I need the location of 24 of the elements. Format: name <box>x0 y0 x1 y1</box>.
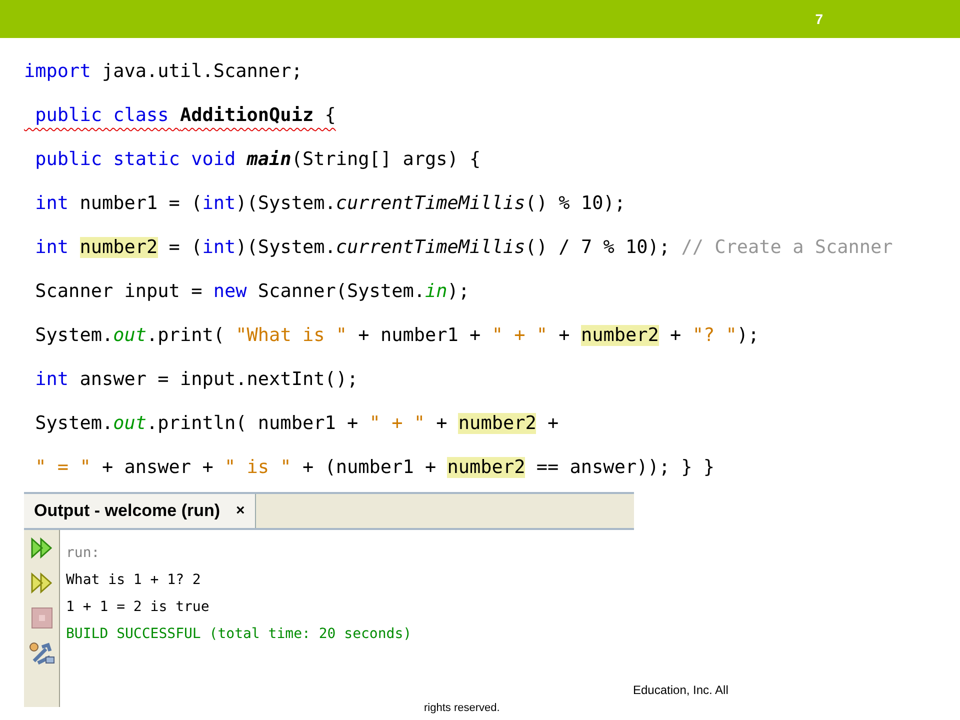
code-line: System.out.println( number1 + " + " + number2 + <box>34 412 559 436</box>
code-line: int number1 = (int)(System.currentTimeMillis() % 10); <box>34 192 626 216</box>
run-icon[interactable] <box>30 536 54 560</box>
output-tab[interactable]: Output - welcome (run) × <box>24 494 256 528</box>
slide-number: 7 <box>815 10 823 28</box>
code-line: int answer = input.nextInt(); <box>34 368 358 392</box>
output-line: BUILD SUCCESSFUL (total time: 20 seconds) <box>66 625 412 644</box>
copyright-text: Education, Inc. All <box>633 682 728 699</box>
output-line: 1 + 1 = 2 is true <box>66 598 210 617</box>
tab-label: Output - welcome (run) <box>34 500 220 522</box>
output-line: run: <box>66 544 101 563</box>
close-button[interactable]: × <box>236 500 245 522</box>
code-line: public class AdditionQuiz { <box>34 104 336 128</box>
rerun-icon[interactable] <box>30 571 54 595</box>
code-line: import java.util.Scanner; <box>24 60 302 84</box>
code-line: int number2 = (int)(System.currentTimeMillis() / 7 % 10); // Create a Scanner <box>34 236 893 260</box>
code-line: public static void main(String[] args) { <box>34 148 481 172</box>
copyright-text: rights reserved. <box>424 701 500 716</box>
stop-icon[interactable] <box>30 606 54 630</box>
code-line: System.out.print( "What is " + number1 + " + " + number2 + "? "); <box>34 324 760 348</box>
output-line: What is 1 + 1? 2 <box>66 571 202 590</box>
settings-icon[interactable] <box>28 641 56 667</box>
code-line: Scanner input = new Scanner(System.in); <box>34 280 470 304</box>
code-line: " = " + answer + " is " + (number1 + number2 == answer)); } } <box>34 456 715 480</box>
